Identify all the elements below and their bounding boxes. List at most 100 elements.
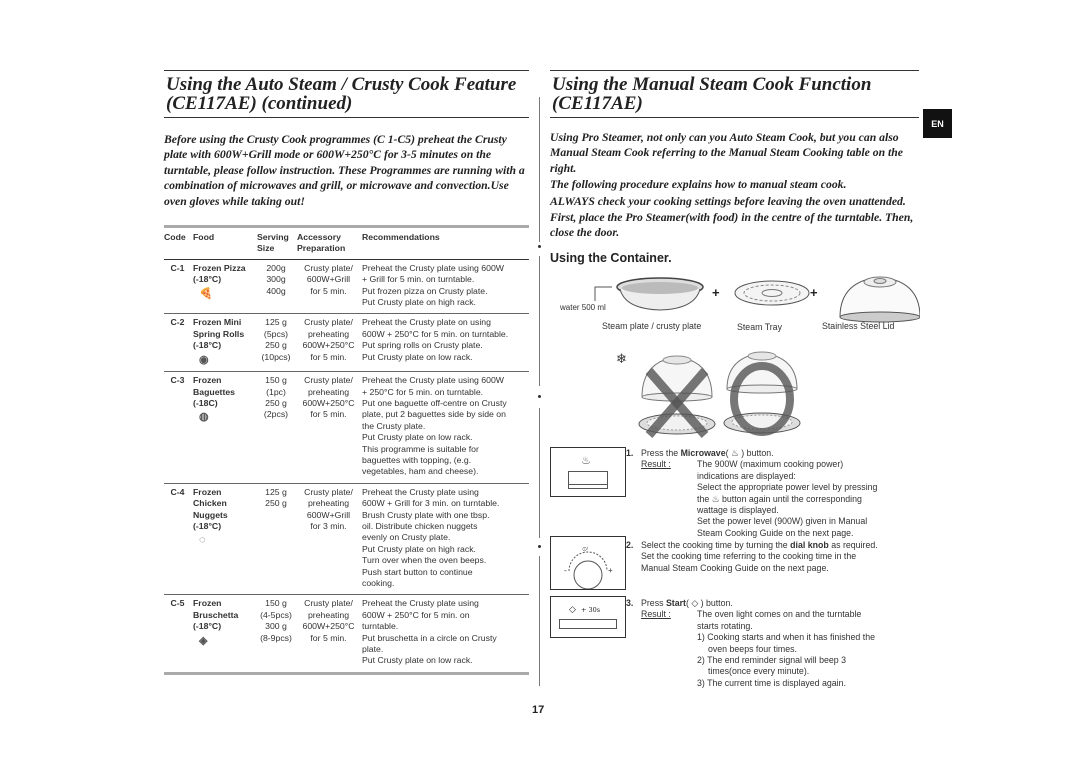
cell-accessory-line: for 5 min.: [310, 285, 347, 296]
cell-serving-size-line: 300g: [266, 274, 286, 285]
step-sub-item: oven beeps four times.: [708, 643, 797, 654]
cell-code: C-1: [164, 259, 193, 315]
step-3: 3. Press Start( ◇ ) button. Result : The…: [626, 598, 926, 689]
cell-recommendations-line: Put Crusty plate on low rack.: [362, 655, 473, 666]
cell-recommendations-line: This programme is suitable for: [362, 443, 479, 454]
column-divider: [539, 97, 540, 242]
display-window: [568, 471, 608, 489]
binding-dot: [538, 245, 541, 248]
header-acc-line1: Accessory: [297, 232, 341, 243]
cell-accessory: Crusty plate/preheating 600W+250°C for 5 m…: [297, 594, 362, 675]
steel-lid-label: Stainless Steel Lid: [822, 320, 895, 331]
step-detail-line: indications are displayed:: [697, 470, 796, 481]
step-detail-line: starts rotating.: [697, 620, 753, 631]
table-row: C-5 Frozen Bruschetta (-18°C) ◈ 150 g (4-5pcs)…: [164, 594, 529, 675]
cell-food-line: Frozen: [193, 375, 222, 386]
right-title-line2: (CE117AE): [552, 93, 643, 114]
table-header-row: Code Food Serving Size Accessory Prepara…: [164, 226, 529, 260]
start-plus-30s-label: + 30s: [581, 606, 601, 614]
step-text: as required.: [828, 540, 878, 550]
cell-serving-size: 150 g (1pc) 250 g (2pcs): [257, 371, 297, 484]
container-diagram: + + water 500 ml Steam plate / crusty pl…: [550, 271, 920, 347]
header-recommendations: Recommendations: [362, 226, 529, 260]
cell-food-line: (-18°C): [193, 520, 222, 531]
cell-accessory: Crusty plate/preheating 600W+250°C for 5 m…: [297, 313, 362, 373]
step-detail-line: Set the cooking time referring to the co…: [641, 551, 857, 562]
cell-recommendations-line: Put Crusty plate on high rack.: [362, 297, 476, 308]
header-code: Code: [164, 226, 193, 260]
step-number: 2.: [626, 540, 634, 550]
svg-text:⊙ᵗ: ⊙ᵗ: [582, 546, 589, 553]
start-icon: ◇: [569, 604, 576, 614]
binding-dot: [538, 545, 541, 548]
display-baseline: [568, 484, 608, 485]
step-sub-item: 2) The end reminder signal will beep 3: [697, 655, 846, 666]
cell-recommendations-line: evenly on Crusty plate.: [362, 532, 451, 543]
cell-accessory-line: for 3 min.: [310, 520, 347, 531]
cell-serving-size-line: (5pcs): [263, 328, 289, 339]
cell-recommendations: Preheat the Crusty plate using 600W + 250…: [362, 594, 529, 675]
step-2-details: Set the cooking time referring to the co…: [641, 551, 906, 574]
microwave-icon: ♨: [581, 455, 591, 467]
cell-code: C-2: [164, 313, 193, 373]
cell-recommendations-line: Preheat the Crusty plate using 600W: [362, 375, 504, 386]
cell-code: C-3: [164, 371, 193, 484]
cell-recommendations-line: Preheat the Crusty plate using 600W: [362, 262, 504, 273]
cell-food: Frozen Baguettes (-18C) ◍: [193, 371, 257, 484]
cell-serving-size: 125 g (5pcs) 250 g (10pcs): [257, 313, 297, 373]
right-intro-p3: ALWAYS check your cooking settings befor…: [550, 194, 906, 208]
cell-recommendations-line: 600W + Grill for 3 min. on turntable.: [362, 498, 500, 509]
cell-accessory: Crusty plate/preheating 600W+Grill for 3 m…: [297, 483, 362, 596]
step-2: 2. Select the cooking time by turning th…: [626, 540, 926, 574]
step-detail-line: The oven light comes on and the turntabl…: [697, 609, 862, 620]
header-acc-line2: Preparation: [297, 243, 346, 254]
cell-recommendations-line: Put spring rolls on Crusty plate.: [362, 340, 483, 351]
header-size-line2: Size: [257, 243, 275, 254]
cell-recommendations-line: Preheat the Crusty plate using: [362, 598, 479, 609]
column-divider: [539, 256, 540, 386]
cell-serving-size-line: (2pcs): [263, 409, 289, 420]
cell-accessory-line: Crusty plate/: [304, 262, 353, 273]
cell-serving-size: 200g 300g 400g: [257, 259, 297, 315]
cell-recommendations-line: Put Crusty plate on low rack.: [362, 432, 473, 443]
bruschetta-icon: ◈: [199, 634, 208, 647]
start-panel-illustration: ◇ + 30s: [550, 596, 626, 638]
step-2-instruction: Select the cooking time by turning the d…: [641, 540, 906, 551]
result-label: Result :: [641, 459, 671, 470]
column-divider: [539, 556, 540, 686]
cell-recommendations-line: 600W + 250°C for 5 min. on: [362, 609, 470, 620]
right-column: Using the Manual Steam Cook Function (CE…: [550, 70, 920, 452]
header-food: Food: [193, 226, 257, 260]
cell-serving-size-line: 250 g: [265, 397, 287, 408]
cell-recommendations-line: Put frozen pizza on Crusty plate.: [362, 285, 488, 296]
cell-accessory-line: 600W+Grill: [306, 509, 351, 520]
cell-food-line: Baguettes: [193, 386, 235, 397]
step-sub-item: times(once every minute).: [708, 666, 810, 677]
step-1: 1. Press the Microwave( ♨ ) button. Resu…: [626, 448, 926, 539]
plus-sign: +: [810, 284, 818, 300]
step-detail-line: Set the power level (900W) given in Manu…: [697, 516, 868, 527]
step-3-instruction: Press Start( ◇ ) button.: [641, 598, 926, 609]
step-number: 1.: [626, 448, 634, 458]
dial-knob-illustration: - + ⊙ᵗ: [550, 536, 626, 590]
cell-serving-size-line: 125 g: [265, 317, 287, 328]
cell-recommendations-line: vegetables, ham and cheese).: [362, 466, 479, 477]
correct-assembly-icon: [723, 351, 801, 436]
cell-food: Frozen Bruschetta (-18°C) ◈: [193, 594, 257, 675]
cell-accessory-line: Crusty plate/: [304, 317, 353, 328]
step-text: Press the: [641, 448, 681, 458]
cell-recommendations-line: + Grill for 5 min. on turntable.: [362, 274, 475, 285]
cell-serving-size-line: 200g: [266, 262, 286, 273]
cell-recommendations-line: plate.: [362, 644, 384, 655]
step-detail-line: The 900W (maximum cooking power): [697, 459, 844, 470]
cell-accessory-line: preheating: [307, 328, 350, 339]
cell-accessory: Crusty plate/preheating 600W+250°C for 5 m…: [297, 371, 362, 484]
right-section-title: Using the Manual Steam Cook Function (CE…: [550, 71, 919, 117]
cell-recommendations: Preheat the Crusty plate on using 600W + …: [362, 313, 529, 373]
step-detail-line: wattage is displayed.: [697, 505, 779, 516]
cell-food-line: (-18C): [193, 397, 218, 408]
steam-tray-label: Steam Tray: [737, 321, 782, 332]
cell-recommendations-line: Brush Crusty plate with one tbsp.: [362, 509, 490, 520]
title-rule-bottom: [164, 117, 529, 118]
assembly-warning-diagram: ❄: [550, 347, 919, 452]
